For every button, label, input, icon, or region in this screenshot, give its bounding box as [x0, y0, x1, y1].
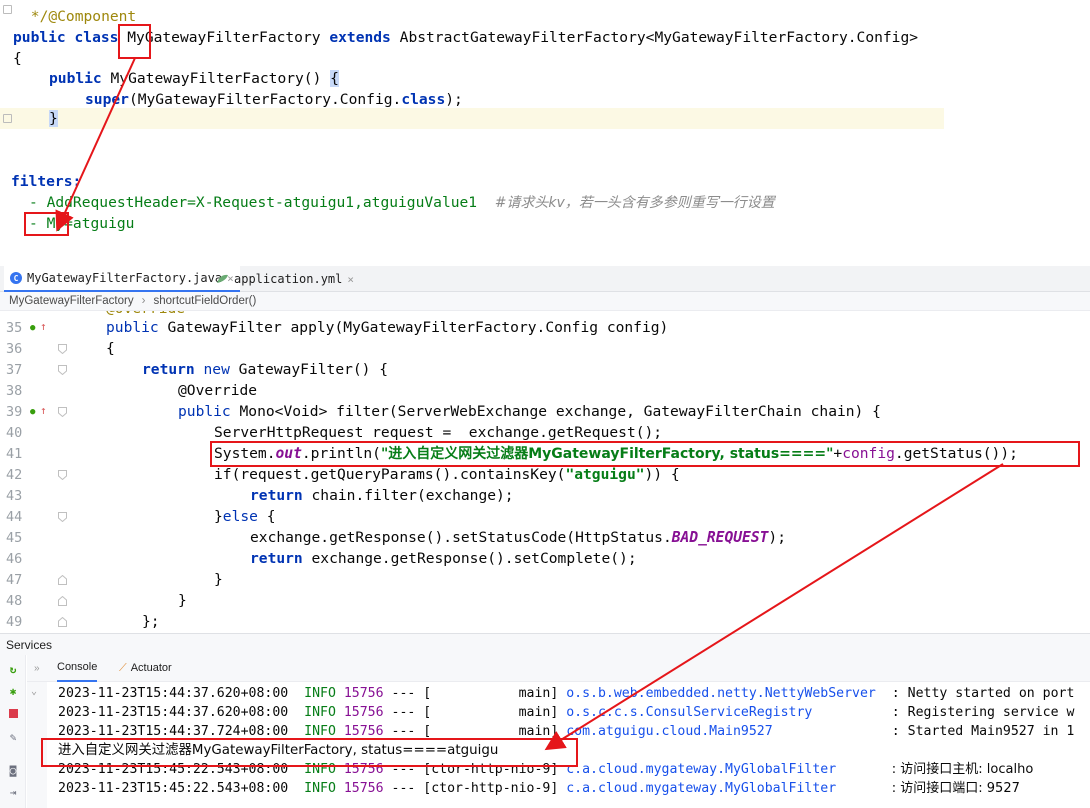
- breadcrumb-class[interactable]: MyGatewayFilterFactory: [9, 295, 134, 307]
- console-tab-bar: » Console ⟋ Actuator: [27, 655, 1090, 682]
- fold-marker-icon[interactable]: [58, 344, 67, 354]
- code-line: 49 };: [6, 613, 160, 630]
- breadcrumb-method[interactable]: shortcutFieldOrder(): [153, 295, 256, 307]
- rerun-icon[interactable]: ↻: [7, 664, 19, 676]
- editor-tab-bar: C MyGatewayFilterFactory.java × applicat…: [0, 266, 1090, 292]
- clipped-comment-remnant: [20, 150, 920, 160]
- constructor-line: public MyGatewayFilterFactory() {: [49, 70, 339, 87]
- fold-marker-icon[interactable]: [58, 470, 67, 480]
- wrench-icon[interactable]: ✎: [7, 732, 19, 744]
- services-title: Services: [6, 638, 53, 652]
- override-arrow-icon[interactable]: ↑: [40, 320, 47, 333]
- tab-label: Actuator: [130, 662, 172, 674]
- java-class-icon: C: [10, 272, 22, 284]
- annotation-box-println-line: [210, 441, 1080, 467]
- fold-marker-icon: [3, 5, 12, 14]
- annotation-box-class-name: [118, 24, 151, 59]
- fold-marker-icon[interactable]: [58, 365, 67, 375]
- console-line: 2023-11-23T15:44:37.620+08:00 INFO 15756…: [58, 686, 1075, 701]
- code-line: 38 @Override: [6, 382, 258, 399]
- override-arrow-icon[interactable]: ↑: [40, 404, 47, 417]
- stop-icon[interactable]: [7, 709, 19, 721]
- fold-marker-icon[interactable]: [58, 407, 67, 417]
- debug-icon[interactable]: ✱: [7, 686, 19, 698]
- tab-label: MyGatewayFilterFactory.java: [27, 271, 223, 285]
- fold-marker-icon[interactable]: [58, 575, 67, 585]
- actuator-icon: ⟋: [119, 662, 127, 674]
- open-brace-line: {: [13, 50, 22, 67]
- code-line: 48 }: [6, 592, 187, 609]
- services-panel-header: Services: [0, 633, 1090, 655]
- tab-label: application.yml: [234, 272, 343, 286]
- exit-icon[interactable]: ⇥: [7, 787, 19, 799]
- fold-marker-icon[interactable]: [58, 617, 67, 627]
- expand-icon[interactable]: »: [34, 655, 40, 682]
- super-call-line: super(MyGatewayFilterFactory.Config.clas…: [85, 91, 463, 108]
- yaml-filters-key: filters:: [11, 173, 82, 190]
- code-line: 35 ● ↑ public GatewayFilter apply(MyGatew…: [6, 319, 669, 336]
- tab-console[interactable]: Console: [57, 655, 98, 682]
- close-icon[interactable]: ×: [347, 273, 354, 286]
- code-line: 39 ● ↑ public Mono<Void> filter(ServerWeb…: [6, 403, 881, 420]
- chevron-down-icon[interactable]: ⌄: [31, 686, 37, 697]
- services-toolbar: ↻ ✱ ✎ ◙ ⇥: [0, 655, 26, 808]
- implement-marker-icon[interactable]: ●: [30, 407, 35, 417]
- code-line: 43 return chain.filter(exchange);: [6, 487, 514, 504]
- code-line: 42 if(request.getQueryParams().containsK…: [6, 466, 680, 483]
- fold-marker-icon[interactable]: [58, 596, 67, 606]
- code-line: 37 return new GatewayFilter() {: [6, 361, 389, 378]
- implement-marker-icon[interactable]: ●: [30, 323, 35, 333]
- console-line: 2023-11-23T15:44:37.620+08:00 INFO 15756…: [58, 705, 1075, 720]
- code-line: 44 }else {: [6, 508, 276, 525]
- breadcrumb: MyGatewayFilterFactory › shortcutFieldOr…: [0, 292, 1090, 311]
- tab-actuator[interactable]: ⟋ Actuator: [119, 655, 172, 682]
- tab-mygatewayfilterfactory-java[interactable]: C MyGatewayFilterFactory.java ×: [4, 266, 240, 292]
- tab-label: Console: [57, 661, 98, 673]
- yaml-filter-add-request-header: - AddRequestHeader=X-Request-atguigu1,at…: [29, 194, 775, 211]
- fold-marker-icon: [3, 114, 12, 123]
- annotation-box-console-output: [41, 738, 578, 767]
- tab-application-yml[interactable]: application.yml ×: [210, 266, 360, 292]
- code-line: 45 exchange.getResponse().setStatusCode(…: [6, 529, 786, 546]
- camera-icon[interactable]: ◙: [7, 765, 19, 777]
- code-editor[interactable]: @Override 35 ●↑ public GatewayFilter app…: [0, 311, 1090, 631]
- console-line: 2023-11-23T15:45:22.543+08:00 INFO 15756…: [58, 781, 1020, 796]
- chevron-right-icon: ›: [141, 295, 146, 307]
- close-brace-line: }: [49, 110, 58, 127]
- code-line: 47 }: [6, 571, 223, 588]
- code-line: 36 {: [6, 340, 115, 357]
- code-line: 46 return exchange.getResponse().setComp…: [6, 550, 637, 567]
- current-line-highlight: [0, 108, 944, 129]
- fold-marker-icon[interactable]: [58, 512, 67, 522]
- yml-file-icon: [217, 274, 228, 283]
- annotation-box-my-filter: [24, 212, 69, 236]
